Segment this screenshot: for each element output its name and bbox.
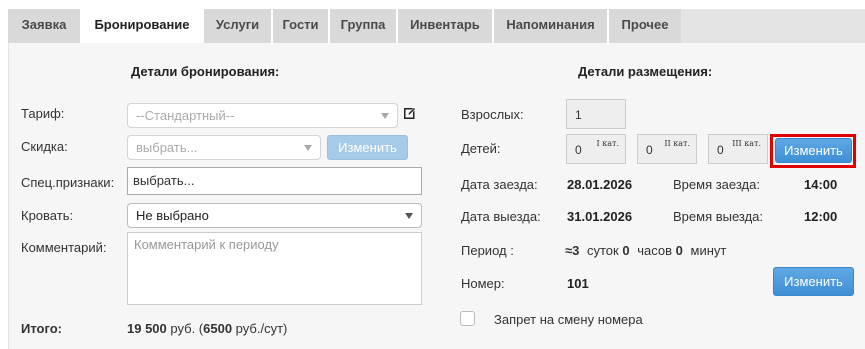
children-cat3-value: 0 xyxy=(717,143,724,157)
checkout-date: 31.01.2026 xyxy=(567,209,633,224)
children-cat2-input[interactable]: 0 II кат. xyxy=(637,134,697,164)
tariff-select[interactable]: --Стандартный-- xyxy=(127,103,398,128)
tab-bronirovanie[interactable]: Бронирование xyxy=(82,9,204,45)
checkin-time-label: Время заезда: xyxy=(673,177,760,192)
bed-value: Не выбрано xyxy=(136,208,209,223)
total-value: 19 500 руб. (6500 руб./сут) xyxy=(127,321,287,336)
tariff-value: --Стандартный-- xyxy=(136,108,235,123)
period-hours: 0 xyxy=(622,243,630,258)
comment-label: Комментарий: xyxy=(21,240,107,255)
tab-uslugi[interactable]: Услуги xyxy=(204,9,273,43)
discount-value: выбрать... xyxy=(136,140,198,155)
tab-napominaniya[interactable]: Напоминания xyxy=(494,9,609,43)
bed-label: Кровать: xyxy=(21,208,74,223)
checkin-time: 14:00 xyxy=(804,177,838,192)
special-label: Спец.признаки: xyxy=(21,175,115,190)
adults-value: 1 xyxy=(575,108,582,122)
checkout-time-label: Время выезда: xyxy=(673,209,764,224)
children-cat1-label: I кат. xyxy=(596,139,619,148)
children-cat3-input[interactable]: 0 III кат. xyxy=(708,134,768,164)
no-room-change-label: Запрет на смену номера xyxy=(494,312,643,327)
chevron-down-icon xyxy=(304,145,312,151)
period-days-unit: суток xyxy=(587,243,619,258)
children-cat1-value: 0 xyxy=(575,143,582,157)
tab-prochee[interactable]: Прочее xyxy=(609,9,681,43)
special-features-input[interactable]: выбрать... xyxy=(127,167,422,195)
children-label: Детей: xyxy=(461,141,501,156)
edit-icon[interactable] xyxy=(404,107,416,119)
total-label: Итого: xyxy=(21,321,62,336)
children-cat2-label: II кат. xyxy=(664,139,690,148)
period-days: ≈3 xyxy=(565,243,580,258)
total-amount: 19 500 xyxy=(127,321,167,336)
total-daily: 6500 xyxy=(203,321,233,336)
tab-gosti[interactable]: Гости xyxy=(273,9,330,43)
chevron-down-icon xyxy=(381,113,389,119)
adults-label: Взрослых: xyxy=(461,107,524,122)
children-cat3-label: III кат. xyxy=(732,139,761,148)
room-number: 101 xyxy=(567,276,589,291)
period-minutes: 0 xyxy=(675,243,683,258)
chevron-down-icon xyxy=(405,213,413,219)
checkin-date: 28.01.2026 xyxy=(567,177,633,192)
period-minutes-unit: минут xyxy=(690,243,727,258)
room-change-button[interactable]: Изменить xyxy=(773,267,854,296)
period-hours-unit: часов xyxy=(637,243,673,258)
tab-gruppa[interactable]: Группа xyxy=(330,9,398,43)
children-cat2-value: 0 xyxy=(646,143,653,157)
checkout-date-label: Дата выезда: xyxy=(461,209,541,224)
period-label: Период : xyxy=(461,243,514,258)
booking-details-heading: Детали бронирования: xyxy=(131,64,280,79)
tab-zayavka[interactable]: Заявка xyxy=(8,9,82,43)
checkin-date-label: Дата заезда: xyxy=(461,177,538,192)
no-room-change-checkbox[interactable] xyxy=(460,311,475,326)
tab-bar: Заявка Бронирование Услуги Гости Группа … xyxy=(8,9,865,45)
total-currency: руб. ( xyxy=(170,321,204,336)
comment-textarea[interactable]: Комментарий к периоду xyxy=(127,232,422,305)
tariff-label: Тариф: xyxy=(21,106,65,121)
adults-input[interactable]: 1 xyxy=(566,99,626,129)
accommodation-details-heading: Детали размещения: xyxy=(578,64,713,79)
checkout-time: 12:00 xyxy=(804,209,838,224)
room-label: Номер: xyxy=(461,276,505,291)
period-value: ≈3 суток 0 часов 0 минут xyxy=(565,243,726,258)
children-cat1-input[interactable]: 0 I кат. xyxy=(566,134,626,164)
bed-select[interactable]: Не выбрано xyxy=(127,203,422,228)
children-change-button[interactable]: Изменить xyxy=(775,138,852,163)
discount-select[interactable]: выбрать... xyxy=(127,135,321,160)
tab-inventar[interactable]: Инвентарь xyxy=(398,9,494,43)
discount-label: Скидка: xyxy=(21,139,68,154)
discount-change-button[interactable]: Изменить xyxy=(327,135,408,160)
total-daily-unit: руб./сут) xyxy=(235,321,288,336)
